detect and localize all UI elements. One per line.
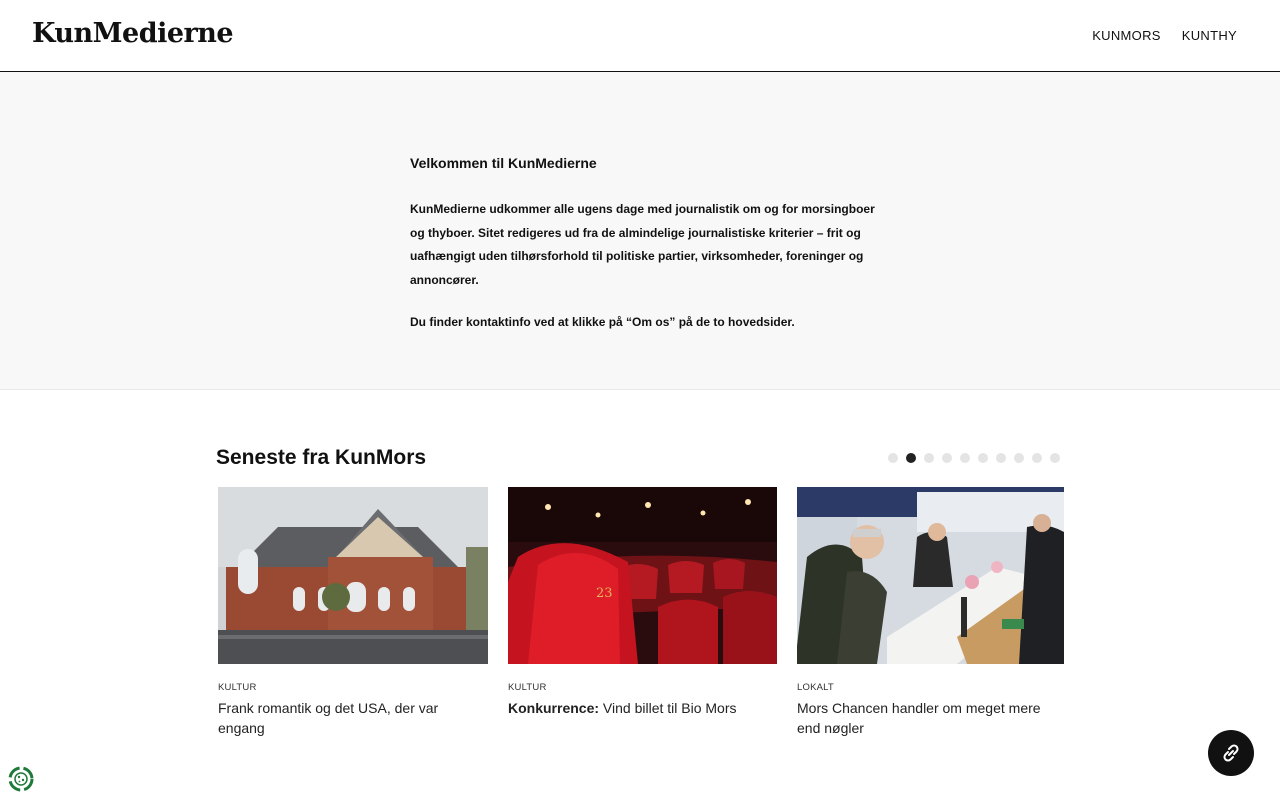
intro-content: Velkommen til KunMedierne KunMedierne ud… <box>410 155 880 335</box>
article-title-link[interactable]: Frank romantik og det USA, der var engan… <box>218 699 488 738</box>
nav-link-kunmors[interactable]: KUNMORS <box>1092 28 1161 43</box>
slider-dot[interactable] <box>978 453 988 463</box>
site-header: KunMedierne KUNMORS KUNTHY <box>0 0 1280 72</box>
slider-dot[interactable] <box>1014 453 1024 463</box>
latest-section-title: Seneste fra KunMors <box>216 446 427 469</box>
slider-dot[interactable] <box>942 453 952 463</box>
article-title: Frank romantik og det USA, der var engan… <box>218 700 439 736</box>
slider-dot[interactable] <box>924 453 934 463</box>
article-category: KULTUR <box>508 682 547 693</box>
svg-text:23: 23 <box>596 586 613 601</box>
share-link-button[interactable] <box>1208 730 1254 776</box>
site-logo[interactable]: KunMedierne <box>32 18 234 49</box>
article-title: Mors Chancen handler om meget mere end n… <box>797 700 1041 736</box>
article-image-cinema-seats[interactable]: 23 <box>508 487 777 664</box>
slider-dot[interactable] <box>1032 453 1042 463</box>
article-category: KULTUR <box>218 682 257 693</box>
article-card[interactable]: 23 KULTUR Konkurrence: Vind billet til B… <box>508 487 777 719</box>
cookie-icon[interactable] <box>7 765 35 793</box>
article-title: Vind billet til Bio Mors <box>599 700 737 716</box>
slider-dot[interactable] <box>1050 453 1060 463</box>
article-title-link[interactable]: Konkurrence: Vind billet til Bio Mors <box>508 699 777 719</box>
slider-dot-active[interactable] <box>906 453 916 463</box>
article-title-prefix: Konkurrence: <box>508 700 600 716</box>
slider-dot[interactable] <box>960 453 970 463</box>
main-nav: KUNMORS KUNTHY <box>1092 28 1237 43</box>
article-title-link[interactable]: Mors Chancen handler om meget mere end n… <box>797 699 1064 738</box>
contact-info-paragraph: Du finder kontaktinfo ved at klikke på “… <box>410 315 795 329</box>
intro-section: Velkommen til KunMedierne KunMedierne ud… <box>0 72 1280 390</box>
article-category: LOKALT <box>797 682 834 693</box>
link-icon <box>1223 744 1239 762</box>
slider-dot[interactable] <box>996 453 1006 463</box>
article-card[interactable]: LOKALT Mors Chancen handler om meget mer… <box>797 487 1064 738</box>
article-image-building[interactable] <box>218 487 488 664</box>
nav-link-kunthy[interactable]: KUNTHY <box>1182 28 1237 43</box>
article-image-market-crowd[interactable] <box>797 487 1064 664</box>
intro-paragraph: KunMedierne udkommer alle ugens dage med… <box>410 202 875 287</box>
intro-heading: Velkommen til KunMedierne <box>410 155 597 171</box>
slider-dots <box>888 453 1060 463</box>
slider-dot[interactable] <box>888 453 898 463</box>
article-card[interactable]: KULTUR Frank romantik og det USA, der va… <box>218 487 488 738</box>
